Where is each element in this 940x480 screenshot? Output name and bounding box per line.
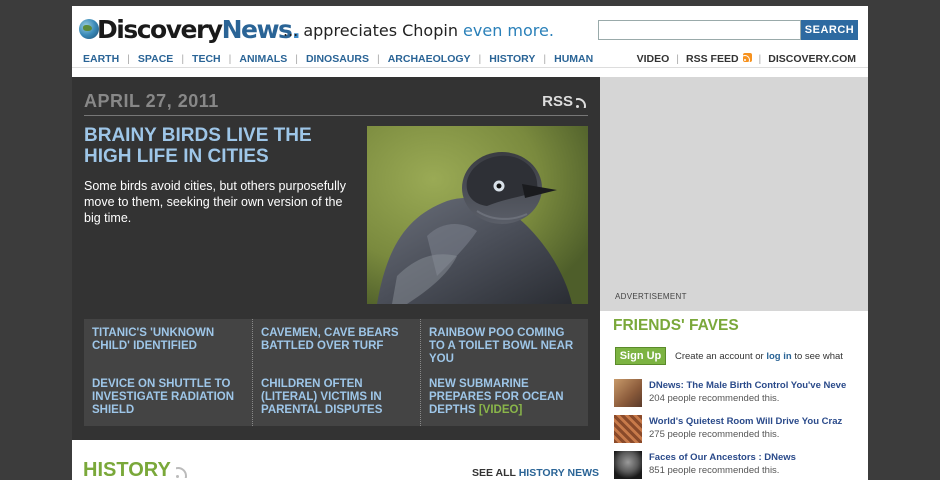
nav-animals[interactable]: ANIMALS bbox=[239, 53, 287, 65]
recommend-count: 275 people recommended this. bbox=[649, 429, 780, 440]
account-prompt: Create an account or log in to see what bbox=[675, 351, 843, 362]
log-in-link[interactable]: log in bbox=[766, 351, 791, 362]
section-nav: EARTH | SPACE | TECH | ANIMALS | DINOSAURS | … bbox=[83, 53, 593, 65]
nav-history[interactable]: HISTORY bbox=[489, 53, 535, 65]
advertisement-slot[interactable]: ADVERTISEMENT bbox=[600, 77, 868, 311]
history-title: HISTORY bbox=[83, 459, 171, 480]
nav-dinosaurs[interactable]: DINOSAURS bbox=[306, 53, 369, 65]
story-link[interactable]: DEVICE ON SHUTTLE TO INVESTIGATE RADIATI… bbox=[92, 378, 242, 417]
account-prompt-text: Create an account or bbox=[675, 351, 767, 362]
nav-tech[interactable]: TECH bbox=[192, 53, 221, 65]
nav-human[interactable]: HUMAN bbox=[554, 53, 593, 65]
thumbnail[interactable] bbox=[614, 379, 642, 407]
feature-date: APRIL 27, 2011 bbox=[84, 91, 219, 111]
recommended-item: DNews: The Male Birth Control You've Nev… bbox=[614, 379, 868, 409]
see-all-history-link[interactable]: SEE ALL HISTORY NEWS bbox=[472, 467, 599, 479]
rss-label: RSS bbox=[542, 93, 573, 110]
nav-separator: | bbox=[127, 53, 130, 65]
recommended-item: Faces of Our Ancestors : DNews 851 peopl… bbox=[614, 451, 868, 480]
feature-rss-link[interactable]: RSS bbox=[542, 93, 588, 110]
tagline: ... appreciates Chopin even more. bbox=[283, 21, 554, 40]
nav-earth[interactable]: EARTH bbox=[83, 53, 119, 65]
site-logo[interactable]: DiscoveryNews. bbox=[79, 14, 301, 44]
rss-feed-label: RSS FEED bbox=[686, 53, 739, 65]
nav-discovery-com[interactable]: DISCOVERY.COM bbox=[768, 53, 856, 65]
thumbnail[interactable] bbox=[614, 451, 642, 479]
bird-illustration bbox=[367, 126, 588, 304]
ad-label: ADVERTISEMENT bbox=[615, 292, 687, 301]
logo-text: DiscoveryNews. bbox=[97, 14, 301, 44]
rss-icon bbox=[175, 464, 190, 478]
nav-rss-feed[interactable]: RSS FEED bbox=[686, 53, 752, 65]
story-link[interactable]: CAVEMEN, CAVE BEARS BATTLED OVER TURF bbox=[261, 327, 411, 353]
nav-video[interactable]: VIDEO bbox=[637, 53, 670, 65]
friends-faves-widget: FRIENDS' FAVES Sign Up Create an account… bbox=[606, 314, 868, 480]
nav-separator: | bbox=[543, 53, 547, 65]
site-header: DiscoveryNews. ... appreciates Chopin ev… bbox=[72, 6, 868, 68]
feature-photo-jackdaw[interactable] bbox=[367, 126, 588, 304]
rss-icon bbox=[742, 53, 752, 62]
rss-icon bbox=[576, 96, 588, 108]
thumbnail[interactable] bbox=[614, 415, 642, 443]
nav-separator: | bbox=[181, 53, 185, 65]
see-all-link-text: HISTORY NEWS bbox=[518, 467, 600, 479]
story-link[interactable]: NEW SUBMARINE PREPARES FOR OCEAN DEPTHS … bbox=[429, 378, 579, 417]
story-link[interactable]: CHILDREN OFTEN (LITERAL) VICTIMS IN PARE… bbox=[261, 378, 411, 417]
account-prompt-suffix: to see what bbox=[791, 351, 843, 362]
globe-icon bbox=[79, 19, 99, 39]
search-button[interactable]: SEARCH bbox=[801, 20, 858, 40]
history-section-title[interactable]: HISTORY bbox=[83, 459, 190, 480]
more-stories-column: RAINBOW POO COMING TO A TOILET BOWL NEAR… bbox=[420, 319, 588, 426]
more-stories: TITANIC'S 'UNKNOWN CHILD' IDENTIFIED DEV… bbox=[84, 319, 588, 426]
story-link[interactable]: RAINBOW POO COMING TO A TOILET BOWL NEAR… bbox=[429, 327, 579, 366]
recommended-item: World's Quietest Room Will Drive You Cra… bbox=[614, 415, 868, 445]
more-stories-column: TITANIC'S 'UNKNOWN CHILD' IDENTIFIED DEV… bbox=[84, 319, 252, 426]
friends-faves-title: FRIENDS' FAVES bbox=[613, 317, 739, 334]
nav-archaeology[interactable]: ARCHAEOLOGY bbox=[388, 53, 471, 65]
feature-headline[interactable]: BRAINY BIRDS LIVE THE HIGH LIFE IN CITIE… bbox=[84, 125, 344, 167]
nav-separator: | bbox=[228, 53, 232, 65]
feature-summary: Some birds avoid cities, but others purp… bbox=[84, 179, 346, 225]
recommended-link[interactable]: DNews: The Male Birth Control You've Nev… bbox=[649, 380, 846, 391]
more-stories-column: CAVEMEN, CAVE BEARS BATTLED OVER TURF CH… bbox=[252, 319, 420, 426]
video-tag: [VIDEO] bbox=[478, 404, 523, 416]
recommended-link[interactable]: World's Quietest Room Will Drive You Cra… bbox=[649, 416, 842, 427]
recommended-link[interactable]: Faces of Our Ancestors : DNews bbox=[649, 452, 796, 463]
search-input[interactable] bbox=[598, 20, 801, 40]
story-link[interactable]: TITANIC'S 'UNKNOWN CHILD' IDENTIFIED bbox=[92, 327, 242, 353]
nav-separator: | bbox=[295, 53, 298, 65]
nav-separator: | bbox=[478, 53, 482, 65]
page: DiscoveryNews. ... appreciates Chopin ev… bbox=[72, 6, 868, 480]
nav-separator: | bbox=[676, 53, 680, 65]
divider bbox=[84, 115, 588, 116]
nav-separator: | bbox=[376, 53, 380, 65]
sign-up-button[interactable]: Sign Up bbox=[615, 347, 666, 365]
see-all-prefix: SEE ALL bbox=[472, 467, 519, 479]
recommend-count: 851 people recommended this. bbox=[649, 465, 780, 476]
nav-separator: | bbox=[758, 53, 762, 65]
utility-nav: VIDEO | RSS FEED | DISCOVERY.COM bbox=[637, 53, 856, 65]
recommend-count: 204 people recommended this. bbox=[649, 393, 780, 404]
nav-space[interactable]: SPACE bbox=[138, 53, 173, 65]
featured-story: APRIL 27, 2011 RSS BRAINY BIRDS LIVE THE… bbox=[72, 77, 600, 440]
